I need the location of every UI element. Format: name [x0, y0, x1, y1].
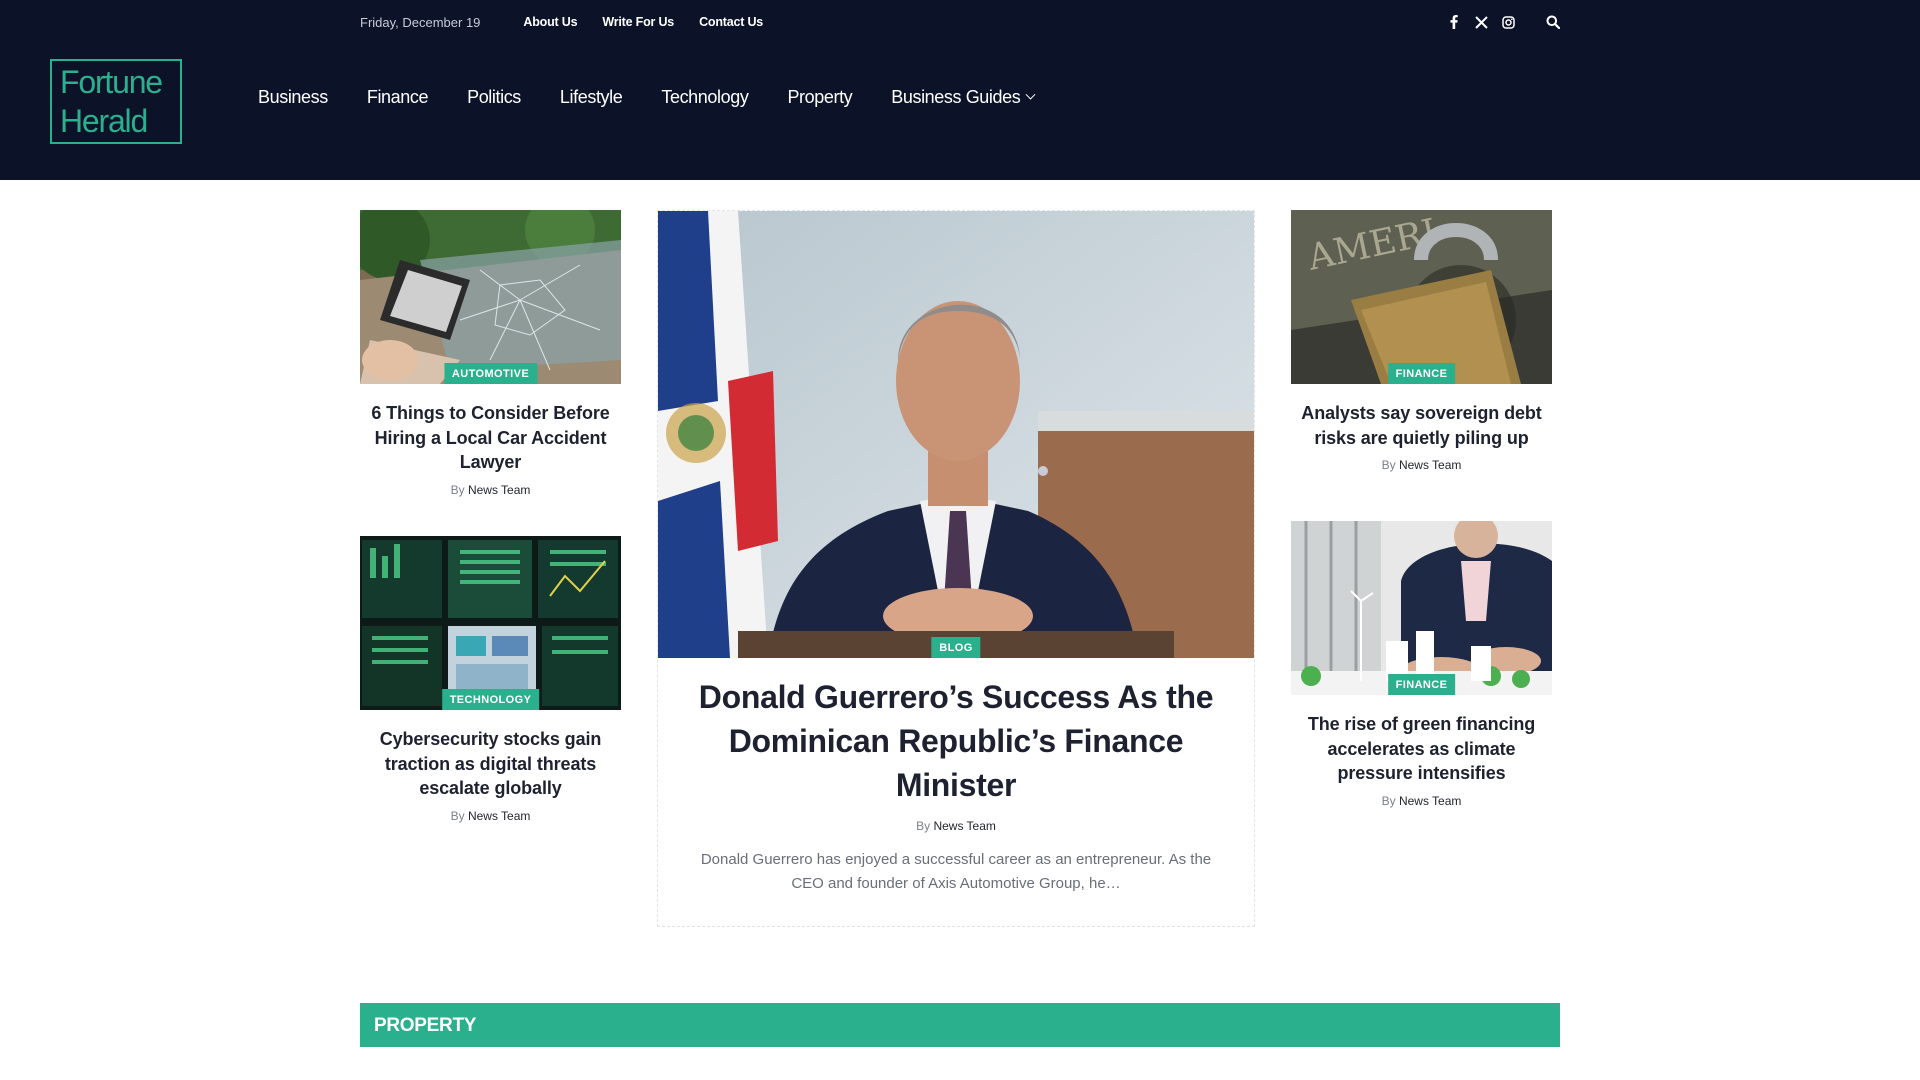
article-card-left-bottom[interactable]: TECHNOLOGY Cybersecurity stocks gain tra… — [360, 536, 621, 823]
article-card-left-top[interactable]: AUTOMOTIVE 6 Things to Consider Before H… — [360, 210, 621, 497]
nav-lifestyle[interactable]: Lifestyle — [560, 87, 623, 108]
byline-prefix: By — [450, 808, 465, 823]
author-name[interactable]: News Team — [468, 809, 530, 823]
byline-prefix: By — [916, 819, 931, 833]
nav-politics[interactable]: Politics — [467, 87, 521, 108]
category-badge[interactable]: TECHNOLOGY — [441, 689, 540, 710]
logo-line-1: Fortune — [60, 64, 163, 100]
category-badge[interactable]: FINANCE — [1387, 363, 1456, 384]
instagram-icon[interactable] — [1501, 15, 1515, 29]
current-date: Friday, December 19 — [360, 14, 481, 30]
article-image-green-financing[interactable]: FINANCE — [1291, 521, 1552, 695]
article-card-right-bottom[interactable]: FINANCE The rise of green financing acce… — [1291, 521, 1552, 808]
article-card-right-top[interactable]: AMERI FINANCE Analysts say sovereign deb… — [1291, 210, 1552, 472]
byline: By News Team — [360, 483, 621, 497]
category-badge[interactable]: BLOG — [931, 637, 981, 658]
nav-property[interactable]: Property — [787, 87, 852, 108]
nav-business-guides[interactable]: Business Guides — [891, 87, 1036, 108]
write-for-us-link[interactable]: Write For Us — [602, 15, 674, 29]
featured-article-title[interactable]: Donald Guerrero’s Success As the Dominic… — [658, 675, 1254, 807]
article-title[interactable]: Analysts say sovereign debt risks are qu… — [1291, 401, 1552, 450]
contact-us-link[interactable]: Contact Us — [699, 15, 763, 29]
category-badge[interactable]: FINANCE — [1387, 674, 1456, 695]
section-title[interactable]: PROPERTY — [374, 1015, 476, 1037]
social-links — [1447, 12, 1560, 32]
featured-article-image[interactable]: BLOG — [658, 211, 1254, 658]
article-title[interactable]: Cybersecurity stocks gain traction as di… — [360, 727, 621, 801]
main-navigation: Business Finance Politics Lifestyle Tech… — [258, 87, 1073, 108]
author-name[interactable]: News Team — [1399, 794, 1461, 808]
site-header: Friday, December 19 About Us Write For U… — [0, 0, 1920, 180]
featured-article[interactable]: BLOG Donald Guerrero’s Success As the Do… — [657, 210, 1255, 927]
author-name[interactable]: News Team — [933, 819, 995, 833]
article-title[interactable]: The rise of green financing accelerates … — [1291, 712, 1552, 786]
author-name[interactable]: News Team — [468, 483, 530, 497]
nav-business[interactable]: Business — [258, 87, 328, 108]
author-name[interactable]: News Team — [1399, 458, 1461, 472]
logo-line-2: Herald — [60, 103, 148, 139]
x-icon[interactable] — [1474, 15, 1488, 29]
top-bar: Friday, December 19 About Us Write For U… — [360, 12, 1560, 32]
section-header-property: PROPERTY — [360, 1003, 1560, 1047]
byline-prefix: By — [1381, 793, 1396, 808]
article-title[interactable]: 6 Things to Consider Before Hiring a Loc… — [360, 401, 621, 475]
article-image-car-accident[interactable]: AUTOMOTIVE — [360, 210, 621, 384]
byline: By News Team — [658, 819, 1254, 833]
article-image-dollar-lock[interactable]: AMERI FINANCE — [1291, 210, 1552, 384]
about-us-link[interactable]: About Us — [523, 15, 577, 29]
chevron-down-icon — [1025, 89, 1036, 100]
byline: By News Team — [1291, 794, 1552, 808]
nav-technology[interactable]: Technology — [661, 87, 748, 108]
article-image-trading-screens[interactable]: TECHNOLOGY — [360, 536, 621, 710]
nav-finance[interactable]: Finance — [367, 87, 429, 108]
byline: By News Team — [1291, 458, 1552, 472]
facebook-icon[interactable] — [1447, 15, 1461, 29]
byline: By News Team — [360, 809, 621, 823]
byline-prefix: By — [1381, 458, 1396, 472]
byline-prefix: By — [450, 482, 465, 497]
featured-article-excerpt: Donald Guerrero has enjoyed a successful… — [700, 851, 1212, 892]
category-badge[interactable]: AUTOMOTIVE — [443, 363, 538, 384]
search-icon[interactable] — [1546, 15, 1560, 29]
site-logo[interactable]: Fortune Herald — [50, 59, 182, 144]
nav-business-guides-label: Business Guides — [891, 87, 1021, 107]
